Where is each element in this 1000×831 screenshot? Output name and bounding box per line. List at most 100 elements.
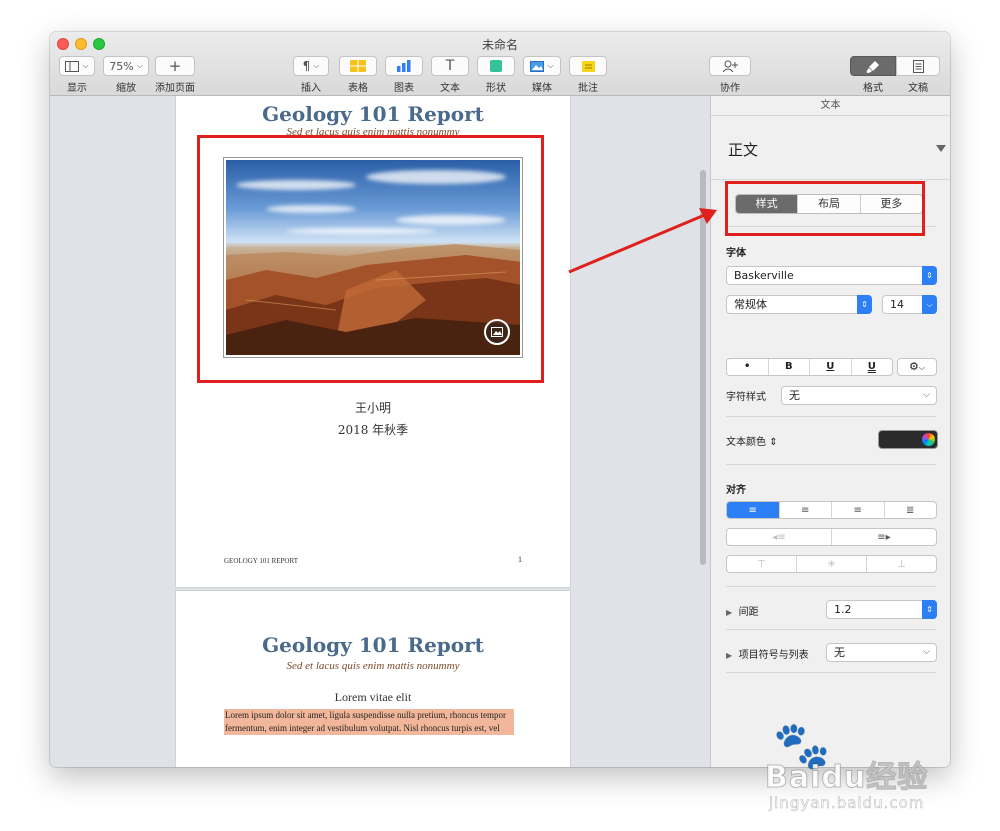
media-button[interactable]: ⌵ (523, 56, 561, 76)
page-footer: GEOLOGY 101 REPORT (224, 557, 298, 565)
annotation-arrow-icon (568, 208, 717, 274)
format-tool[interactable]: 格式 (850, 56, 896, 94)
text-color-well[interactable] (878, 430, 938, 449)
format-label: 格式 (863, 83, 883, 94)
chart-button[interactable] (385, 56, 423, 76)
insert-button[interactable]: ¶ ⌵ (293, 56, 329, 76)
text-tool[interactable]: T 文本 (431, 56, 469, 94)
chevron-down-icon: ⌵ (922, 295, 937, 314)
chevron-down-icon: ⌵ (918, 363, 925, 372)
document-icon (912, 59, 924, 73)
titlebar-toolbar: 未命名 ⌵ 显示 75% ⌵ 缩放 + 添加页面 ¶ ⌵ 插入 表格 图表 T … (50, 32, 950, 96)
align-middle-button[interactable]: ✳ (797, 556, 867, 572)
collaborate-tool[interactable]: 协作 (709, 56, 751, 94)
add-page-button[interactable]: + (155, 56, 195, 76)
term-text[interactable]: 2018 年秋季 (176, 421, 570, 438)
divider (726, 464, 936, 465)
shape-label: 形状 (486, 83, 506, 94)
underline-button[interactable]: U (810, 359, 852, 375)
selected-paragraph[interactable]: Lorem ipsum dolor sit amet, ligula suspe… (224, 709, 514, 735)
collaborate-button[interactable] (709, 56, 751, 76)
bullet-button[interactable]: • (727, 359, 769, 375)
document-tool[interactable]: 文稿 (896, 56, 940, 94)
disclosure-triangle-icon: ▶ (726, 651, 733, 660)
zoom-tool[interactable]: 75% ⌵ 缩放 (103, 56, 149, 94)
font-section-label: 字体 (726, 248, 746, 259)
increase-indent-button[interactable]: ≡▸ (832, 529, 936, 545)
bullets-label: 项目符号与列表 (738, 650, 809, 661)
add-page-tool[interactable]: + 添加页面 (155, 56, 195, 94)
spacing-select[interactable]: 1.2 ⇕ (826, 600, 937, 619)
font-family-select[interactable]: Baskerville ⇕ (726, 266, 937, 285)
chevron-down-icon: ⌵ (313, 61, 320, 70)
color-wheel-icon[interactable] (922, 433, 935, 446)
bullets-disclosure[interactable]: ▶ 项目符号与列表 (726, 646, 809, 661)
align-left-button[interactable]: ≡ (727, 502, 780, 518)
view-label: 显示 (67, 83, 87, 94)
typeface-select[interactable]: 常规体 ⇕ (726, 295, 872, 314)
font-size-field[interactable]: 14 ⌵ (882, 295, 937, 314)
alignment-buttons: ≡ ≡ ≡ ≣ (726, 501, 937, 519)
divider (726, 672, 936, 673)
pilcrow-icon: ¶ (302, 59, 311, 73)
updown-arrows-icon: ⇕ (857, 295, 872, 314)
bar-chart-icon (397, 60, 411, 72)
text-color-label-text: 文本颜色 (726, 437, 766, 448)
comment-tool[interactable]: 批注 (569, 56, 607, 94)
updown-arrows-icon: ⇕ (922, 266, 937, 285)
spacing-disclosure[interactable]: ▶ 间距 (726, 603, 759, 618)
media-tool[interactable]: ⌵ 媒体 (523, 56, 561, 94)
document-button[interactable] (896, 56, 940, 76)
char-style-value: 无 (789, 389, 800, 402)
double-underline-button[interactable]: U (852, 359, 893, 375)
chevron-down-icon: ⌵ (923, 647, 930, 657)
view-tool[interactable]: ⌵ 显示 (59, 56, 95, 94)
shape-tool[interactable]: 形状 (477, 56, 515, 94)
align-right-icon: ≡ (853, 504, 862, 516)
align-center-button[interactable]: ≡ (780, 502, 832, 518)
align-bottom-icon: ⊥ (897, 558, 906, 570)
plus-icon: + (168, 57, 182, 75)
bullets-select[interactable]: 无 ⌵ (826, 643, 937, 662)
align-top-button[interactable]: ⊤ (727, 556, 797, 572)
text-button[interactable]: T (431, 56, 469, 76)
page-title[interactable]: Geology 101 Report (176, 633, 570, 657)
text-color-label[interactable]: 文本颜色 ⇕ (726, 433, 778, 448)
zoom-dropdown[interactable]: 75% ⌵ (103, 56, 149, 76)
decrease-indent-button[interactable]: ◂≡ (727, 529, 832, 545)
text-t-icon: T (445, 58, 455, 74)
square-shape-icon (490, 60, 502, 72)
media-label: 媒体 (532, 83, 552, 94)
bold-button[interactable]: B (769, 359, 810, 375)
page-subtitle[interactable]: Sed et lacus quis enim mattis nonummy (176, 660, 570, 672)
table-tool[interactable]: 表格 (339, 56, 377, 94)
align-center-icon: ≡ (801, 504, 810, 516)
section-heading[interactable]: Lorem vitae elit (176, 690, 570, 705)
table-label: 表格 (348, 83, 368, 94)
char-style-select[interactable]: 无 ⌵ (781, 386, 937, 405)
chart-tool[interactable]: 图表 (385, 56, 423, 94)
page-2[interactable]: Geology 101 Report Sed et lacus quis eni… (175, 590, 571, 767)
align-right-button[interactable]: ≡ (832, 502, 885, 518)
shape-button[interactable] (477, 56, 515, 76)
author-name[interactable]: 王小明 (176, 399, 570, 416)
align-top-icon: ⊤ (757, 558, 766, 570)
align-left-icon: ≡ (748, 504, 757, 516)
comment-note-icon (581, 60, 595, 72)
justify-button[interactable]: ≣ (885, 502, 937, 518)
format-button[interactable] (850, 56, 896, 76)
align-section-label: 对齐 (726, 485, 746, 496)
page-title[interactable]: Geology 101 Report (176, 102, 570, 126)
vertical-align-buttons: ⊤ ✳ ⊥ (726, 555, 937, 573)
table-button[interactable] (339, 56, 377, 76)
comment-button[interactable] (569, 56, 607, 76)
insert-tool[interactable]: ¶ ⌵ 插入 (293, 56, 329, 94)
collaborate-label: 协作 (720, 83, 740, 94)
typeface-value: 常规体 (734, 298, 767, 311)
paragraph-style-menu[interactable]: 正文 (711, 116, 950, 180)
chevron-down-icon: ⌵ (136, 61, 143, 70)
outdent-icon: ◂≡ (772, 531, 786, 543)
align-bottom-button[interactable]: ⊥ (867, 556, 936, 572)
view-button[interactable]: ⌵ (59, 56, 95, 76)
advanced-options-button[interactable]: ⚙⌵ (897, 358, 937, 376)
